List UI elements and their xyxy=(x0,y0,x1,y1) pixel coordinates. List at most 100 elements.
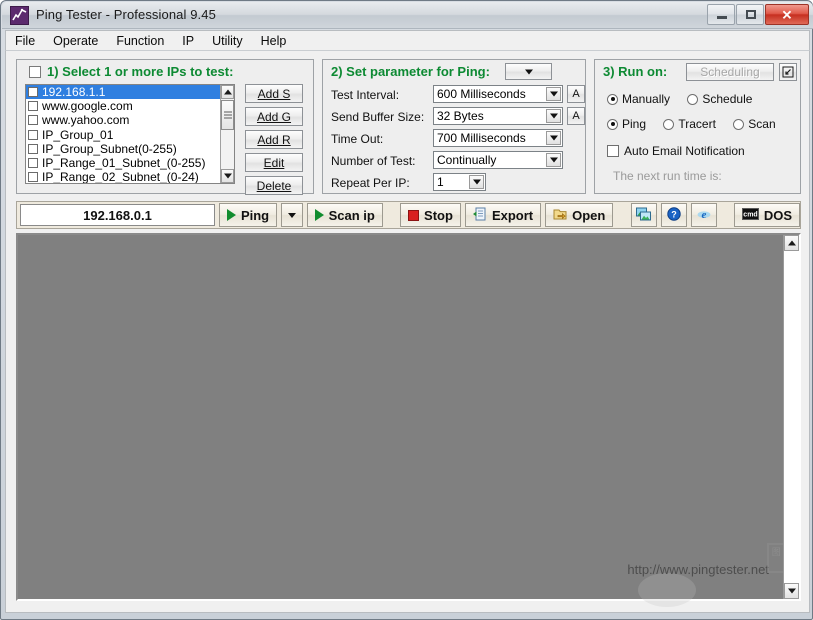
list-item-checkbox[interactable] xyxy=(28,87,38,98)
edit-button[interactable]: Edit xyxy=(245,153,303,172)
list-item[interactable]: IP_Range_01_Subnet_(0-255) xyxy=(26,156,234,170)
ping-parameters-panel: 2) Set parameter for Ping: Test Interval… xyxy=(322,59,586,194)
parameters-preset-dropdown[interactable] xyxy=(505,63,552,80)
ping-dropdown-button[interactable] xyxy=(281,203,303,227)
chevron-down-icon[interactable] xyxy=(546,87,561,101)
add-s-button[interactable]: Add S xyxy=(245,84,303,103)
maximize-icon xyxy=(746,10,756,19)
chevron-down-icon[interactable] xyxy=(469,175,484,189)
add-g-button[interactable]: Add G xyxy=(245,107,303,126)
radio-scan[interactable]: Scan xyxy=(733,117,776,131)
scroll-down-button[interactable] xyxy=(221,169,234,183)
result-output-area: http://www.pingtester.net 图 元 xyxy=(16,233,801,607)
radio-schedule-dot xyxy=(687,93,699,105)
ip-input[interactable]: 192.168.0.1 xyxy=(20,204,215,226)
run-action-radio-group: Ping Tracert Scan xyxy=(607,117,790,133)
help-icon: ? xyxy=(666,206,681,224)
time-out-value: 700 Milliseconds xyxy=(437,131,526,145)
test-interval-auto-label: A xyxy=(572,87,580,100)
list-item[interactable]: www.yahoo.com xyxy=(26,113,234,127)
scrollbar-thumb[interactable] xyxy=(221,100,234,130)
menu-item-function[interactable]: Function xyxy=(107,32,173,50)
list-item[interactable]: IP_Group_01 xyxy=(26,128,234,142)
run-on-title: 3) Run on: xyxy=(603,64,668,79)
list-item-checkbox[interactable] xyxy=(28,158,38,169)
browser-button[interactable]: e xyxy=(690,203,717,227)
radio-ping[interactable]: Ping xyxy=(607,117,646,131)
ip-list-scrollbar[interactable] xyxy=(220,85,234,183)
scroll-down-button[interactable] xyxy=(784,583,799,599)
dos-button[interactable]: cmd DOS xyxy=(733,203,800,227)
ip-list-buttons: Add S Add G Add R Edit Delete xyxy=(245,84,303,199)
scan-ip-button[interactable]: Scan ip xyxy=(306,203,383,227)
window-title: Ping Tester - Professional 9.45 xyxy=(36,7,216,22)
close-button[interactable]: ✕ xyxy=(765,4,809,25)
menu-item-ip[interactable]: IP xyxy=(173,32,203,50)
stop-button-label: Stop xyxy=(424,207,453,223)
select-all-ips-checkbox[interactable] xyxy=(29,66,41,78)
scheduling-button[interactable]: Scheduling xyxy=(686,63,774,81)
number-of-test-combo[interactable]: Continually xyxy=(433,151,563,169)
minimize-button[interactable] xyxy=(707,4,735,25)
send-buffer-size-label: Send Buffer Size: xyxy=(331,110,425,124)
ip-list[interactable]: 192.168.1.1 www.google.com www.yahoo.com… xyxy=(25,84,235,184)
open-button-label: Open xyxy=(572,207,606,223)
list-item-checkbox[interactable] xyxy=(28,143,38,154)
result-scrollbar[interactable] xyxy=(783,235,799,599)
list-item[interactable]: 192.168.1.1 xyxy=(26,85,234,100)
ping-button[interactable]: Ping xyxy=(218,203,278,227)
scroll-up-icon xyxy=(223,89,232,95)
list-item[interactable]: IP_Group_Subnet(0-255) xyxy=(26,142,234,156)
delete-button[interactable]: Delete xyxy=(245,176,303,195)
svg-text:?: ? xyxy=(671,209,677,219)
test-interval-auto-button[interactable]: A xyxy=(567,85,585,103)
add-r-button[interactable]: Add R xyxy=(245,130,303,149)
stop-button[interactable]: Stop xyxy=(400,203,461,227)
menu-item-operate[interactable]: Operate xyxy=(44,32,107,50)
test-interval-label: Test Interval: xyxy=(331,88,400,102)
send-buffer-size-combo[interactable]: 32 Bytes xyxy=(433,107,563,125)
expand-window-icon[interactable] xyxy=(779,63,797,81)
list-item-label: IP_Range_02_Subnet_(0-24) xyxy=(42,170,199,184)
radio-tracert[interactable]: Tracert xyxy=(663,117,716,131)
chevron-down-icon[interactable] xyxy=(546,109,561,123)
send-buffer-size-auto-button[interactable]: A xyxy=(567,107,585,125)
chevron-down-icon[interactable] xyxy=(546,153,561,167)
radio-manually[interactable]: Manually xyxy=(607,92,670,106)
list-item[interactable]: IP_Range_02_Subnet_(0-24) xyxy=(26,170,234,184)
open-button[interactable]: Open xyxy=(545,203,614,227)
play-icon xyxy=(226,209,236,221)
list-item-checkbox[interactable] xyxy=(28,129,38,140)
menu-item-utility[interactable]: Utility xyxy=(203,32,252,50)
auto-email-checkbox[interactable]: Auto Email Notification xyxy=(607,144,745,158)
chevron-down-icon xyxy=(524,69,533,74)
screenshot-button[interactable] xyxy=(630,203,657,227)
list-item-checkbox[interactable] xyxy=(28,101,38,112)
help-button[interactable]: ? xyxy=(660,203,687,227)
chevron-down-icon[interactable] xyxy=(546,131,561,145)
console-icon: cmd xyxy=(741,207,759,223)
test-interval-combo[interactable]: 600 Milliseconds xyxy=(433,85,563,103)
time-out-combo[interactable]: 700 Milliseconds xyxy=(433,129,563,147)
menu-item-file[interactable]: File xyxy=(6,32,44,50)
scroll-up-button[interactable] xyxy=(784,235,799,251)
radio-schedule-label: Schedule xyxy=(702,92,753,106)
app-window: Ping Tester - Professional 9.45 ✕ File O… xyxy=(0,0,813,620)
maximize-button[interactable] xyxy=(736,4,764,25)
list-item[interactable]: www.google.com xyxy=(26,99,234,113)
menu-item-help[interactable]: Help xyxy=(252,32,296,50)
export-button-label: Export xyxy=(491,207,534,223)
export-button[interactable]: Export xyxy=(464,203,542,227)
document-export-icon xyxy=(472,207,487,224)
radio-schedule[interactable]: Schedule xyxy=(687,92,752,106)
time-out-label: Time Out: xyxy=(331,132,384,146)
scroll-down-icon xyxy=(787,588,796,594)
list-item-checkbox[interactable] xyxy=(28,172,38,183)
list-item-label: IP_Range_01_Subnet_(0-255) xyxy=(42,156,206,171)
list-item-checkbox[interactable] xyxy=(28,115,38,126)
repeat-per-ip-combo[interactable]: 1 xyxy=(433,173,486,191)
scroll-up-button[interactable] xyxy=(221,85,234,99)
list-item-label: www.google.com xyxy=(42,99,133,114)
list-item-label: IP_Group_Subnet(0-255) xyxy=(42,141,177,156)
auto-email-row: Auto Email Notification xyxy=(607,144,759,160)
